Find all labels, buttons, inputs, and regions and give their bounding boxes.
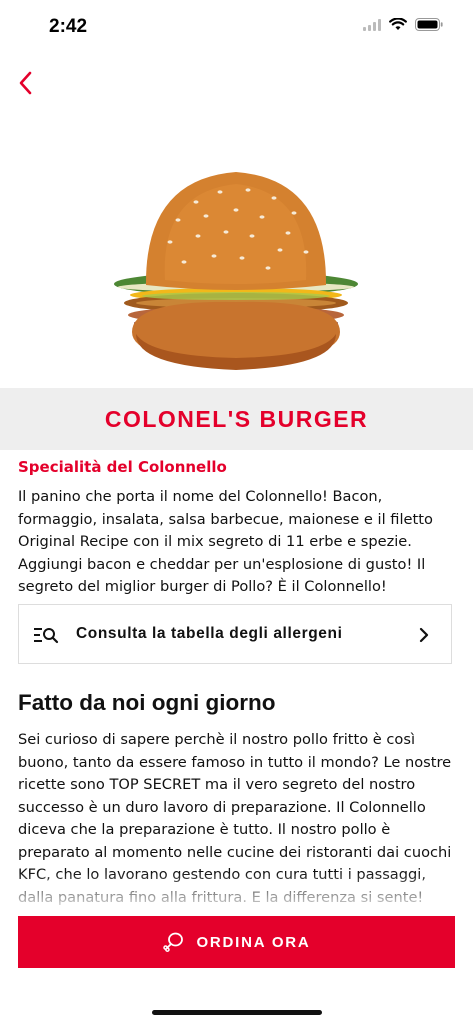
- status-time: 2:42: [49, 16, 88, 37]
- list-search-icon: [34, 628, 59, 644]
- chevron-left-icon: [19, 71, 32, 95]
- burger-image: [114, 172, 358, 370]
- order-now-button[interactable]: ORDINA ORA: [18, 916, 455, 968]
- product-subtitle: Specialità del Colonnello: [18, 458, 227, 476]
- wifi-icon: [389, 18, 407, 30]
- order-now-label: ORDINA ORA: [196, 933, 311, 951]
- content-fade: [0, 872, 473, 912]
- product-description: Il panino che porta il nome del Colonnel…: [18, 488, 433, 595]
- battery-icon: [415, 18, 443, 31]
- signal-icon: [363, 18, 381, 31]
- status-bar: 2:42: [0, 0, 473, 54]
- product-title: COLONEL'S BURGER: [104, 405, 369, 432]
- back-button[interactable]: [10, 66, 44, 100]
- home-indicator[interactable]: [152, 1010, 322, 1015]
- chicken-drumstick-icon: [163, 932, 184, 952]
- chevron-right-icon: [419, 627, 429, 643]
- allergen-table-button[interactable]: Consulta la tabella degli allergeni: [18, 604, 452, 664]
- status-icons: [363, 18, 443, 31]
- section-heading: Fatto da noi ogni giorno: [18, 690, 276, 715]
- allergen-table-label: Consulta la tabella degli allergeni: [76, 625, 343, 642]
- product-title-band: COLONEL'S BURGER: [0, 388, 473, 450]
